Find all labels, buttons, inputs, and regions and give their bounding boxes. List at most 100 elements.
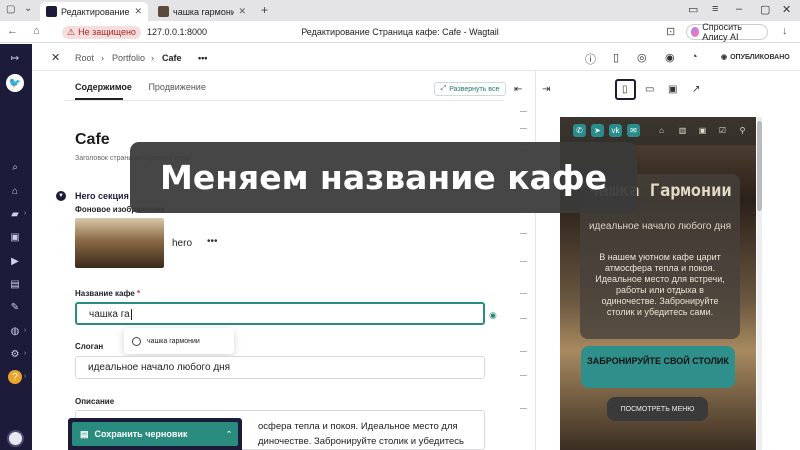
tab-content[interactable]: Содержимое — [75, 82, 132, 92]
add-comment-icon[interactable]: ◉ — [489, 310, 497, 321]
autocomplete-suggestion[interactable]: чашка гармонии — [124, 328, 234, 354]
mail-icon[interactable]: ✉ — [627, 124, 640, 137]
image-actions-button[interactable]: ••• — [207, 236, 218, 247]
settings-icon[interactable]: ⚙ — [8, 347, 22, 361]
media-icon[interactable]: ▶ — [8, 254, 22, 268]
preview-divider[interactable] — [535, 71, 536, 450]
image-icon[interactable]: ▣ — [8, 230, 22, 244]
editor-header: ✕ Root › Portfolio › Cafe ••• ⓘ ▯ ◎ ◉ ◔ … — [32, 44, 800, 71]
new-tab-button[interactable]: + — [261, 3, 268, 17]
close-icon[interactable]: ✕ — [51, 51, 60, 64]
preview-scrollbar[interactable] — [757, 117, 762, 450]
maximize-icon[interactable]: ▢ — [760, 3, 770, 16]
close-tab-icon[interactable]: ✕ — [134, 6, 142, 17]
comment-icon[interactable]: ◉ — [665, 51, 675, 64]
tab-promotion[interactable]: Продвижение — [148, 82, 205, 92]
status-badge[interactable]: ◉ ОПУБЛИКОВАНО — [721, 53, 790, 62]
address-bar: ← ⌂ ⚠ Не защищено 127.0.0.1:8000 Редакти… — [0, 21, 800, 43]
snippet-icon[interactable]: ✎ — [8, 300, 22, 314]
collapse-panel-icon[interactable]: ⇤ — [514, 84, 522, 95]
chevron-right-icon: › — [24, 350, 27, 357]
save-draft-button[interactable]: ▤ Сохранить черновик ⌃ — [72, 422, 238, 446]
document-icon: ▤ — [80, 428, 89, 439]
help-icon[interactable]: ? — [8, 370, 22, 384]
menu-book-icon[interactable]: ▥ — [676, 124, 689, 137]
tab-wagtail[interactable]: Редактирование Стра ✕ — [40, 2, 148, 21]
view-menu-button[interactable]: ПОСМОТРЕТЬ МЕНЮ — [607, 397, 708, 421]
accessibility-icon[interactable]: ◎ — [637, 51, 647, 64]
search-icon[interactable]: ⌕ — [8, 160, 22, 174]
phone-icon[interactable]: ✆ — [573, 124, 586, 137]
folder-icon[interactable]: ▰ — [8, 207, 22, 221]
close-preview-icon[interactable]: ⇥ — [542, 84, 550, 95]
status-label: ОПУБЛИКОВАНО — [730, 53, 790, 61]
open-new-window-icon[interactable]: ↗ — [692, 84, 700, 95]
url-text: 127.0.0.1:8000 — [146, 27, 207, 37]
save-bar: ▤ Сохранить черновик ⌃ — [68, 418, 242, 450]
cafe-name-label: Название кафе * — [75, 289, 140, 298]
vk-icon[interactable]: vk — [609, 124, 622, 137]
desktop-preview-icon[interactable]: ▣ — [668, 84, 677, 95]
section-title[interactable]: Hero секция — [75, 191, 129, 201]
warning-icon: ⚠ — [67, 26, 76, 37]
suggestion-text: чашка гармонии — [147, 337, 200, 345]
home-icon[interactable]: ⌂ — [655, 124, 668, 137]
book-table-button[interactable]: ЗАБРОНИРУЙТЕ СВОЙ СТОЛИК — [581, 346, 735, 388]
location-icon[interactable]: ⚲ — [736, 124, 749, 137]
menu-icon[interactable]: ≡ — [712, 3, 718, 15]
back-icon[interactable]: ← — [7, 25, 18, 37]
minimap-tick: — — [520, 372, 527, 379]
tab-list-chevron-icon[interactable]: ⌄ — [24, 3, 32, 14]
telegram-icon[interactable]: ➤ — [591, 124, 604, 137]
info-icon[interactable]: ⓘ — [585, 51, 596, 67]
alice-button[interactable]: Спросить Алису AI — [686, 22, 768, 42]
history-icon[interactable]: ◔ — [691, 51, 698, 63]
close-window-icon[interactable]: ✕ — [782, 3, 791, 16]
avatar[interactable] — [7, 430, 24, 447]
required-mark: * — [137, 289, 141, 298]
insecure-badge[interactable]: ⚠ Не защищено — [62, 25, 141, 39]
page-title: Cafe — [75, 131, 110, 148]
caption-overlay: Меняем название кафе — [130, 142, 637, 213]
home-icon[interactable]: ⌂ — [33, 25, 40, 37]
tab-cafe-site[interactable]: чашка гармонии ✕ — [152, 2, 252, 21]
image-name: hero — [172, 238, 193, 249]
slogan-input[interactable]: идеальное начало любого дня — [75, 356, 485, 379]
calendar-icon[interactable]: ☑ — [716, 124, 729, 137]
scrollbar-thumb[interactable] — [757, 121, 762, 211]
chevron-right-icon: › — [24, 327, 27, 334]
browser-tab-strip: ▢ ⌄ Редактирование Стра ✕ чашка гармонии… — [0, 0, 800, 21]
tab-divider — [64, 100, 504, 101]
tab-title: чашка гармонии — [173, 6, 235, 17]
document-icon[interactable]: ▤ — [8, 277, 22, 291]
minimize-icon[interactable]: – — [736, 3, 742, 15]
tab-menu-icon[interactable]: ▢ — [6, 4, 15, 15]
breadcrumb-cafe[interactable]: Cafe — [162, 53, 182, 63]
slogan-label: Слоган — [75, 342, 104, 351]
cafe-name-input[interactable]: чашка га — [75, 302, 485, 325]
breadcrumb-root[interactable]: Root — [75, 53, 94, 63]
home-icon[interactable]: ⌂ — [8, 184, 22, 198]
breadcrumb-portfolio[interactable]: Portfolio — [112, 53, 145, 63]
more-actions-button[interactable]: ••• — [198, 53, 207, 63]
bookmarks-icon[interactable]: ▭ — [688, 3, 698, 16]
tab-title: Редактирование Стра — [61, 6, 130, 17]
section-collapse-icon[interactable]: ▼ — [56, 191, 66, 201]
collapse-sidebar-icon[interactable]: ↦ — [8, 51, 22, 65]
tablet-preview-icon[interactable]: ▭ — [645, 84, 654, 95]
globe-icon[interactable]: ◍ — [8, 324, 22, 338]
mobile-preview-icon[interactable]: ▯ — [622, 84, 628, 95]
cafe-name-label-text: Название кафе — [75, 289, 135, 298]
phone-preview-icon[interactable]: ▯ — [613, 51, 619, 64]
gallery-icon[interactable]: ▣ — [696, 124, 709, 137]
chevron-up-icon[interactable]: ⌃ — [226, 430, 232, 438]
hero-image-thumbnail[interactable] — [75, 218, 164, 268]
save-draft-label: Сохранить черновик — [94, 429, 188, 439]
close-tab-icon[interactable]: ✕ — [238, 6, 246, 17]
wagtail-logo-icon[interactable]: 🐦 — [6, 74, 24, 92]
text-cursor — [130, 309, 132, 320]
expand-all-button[interactable]: ⤢ Развернуть все — [434, 82, 506, 96]
url-field[interactable]: ⚠ Не защищено 127.0.0.1:8000 — [62, 24, 222, 40]
download-icon[interactable]: ↓ — [782, 25, 788, 37]
bookmark-icon[interactable]: ⊡ — [666, 25, 675, 38]
